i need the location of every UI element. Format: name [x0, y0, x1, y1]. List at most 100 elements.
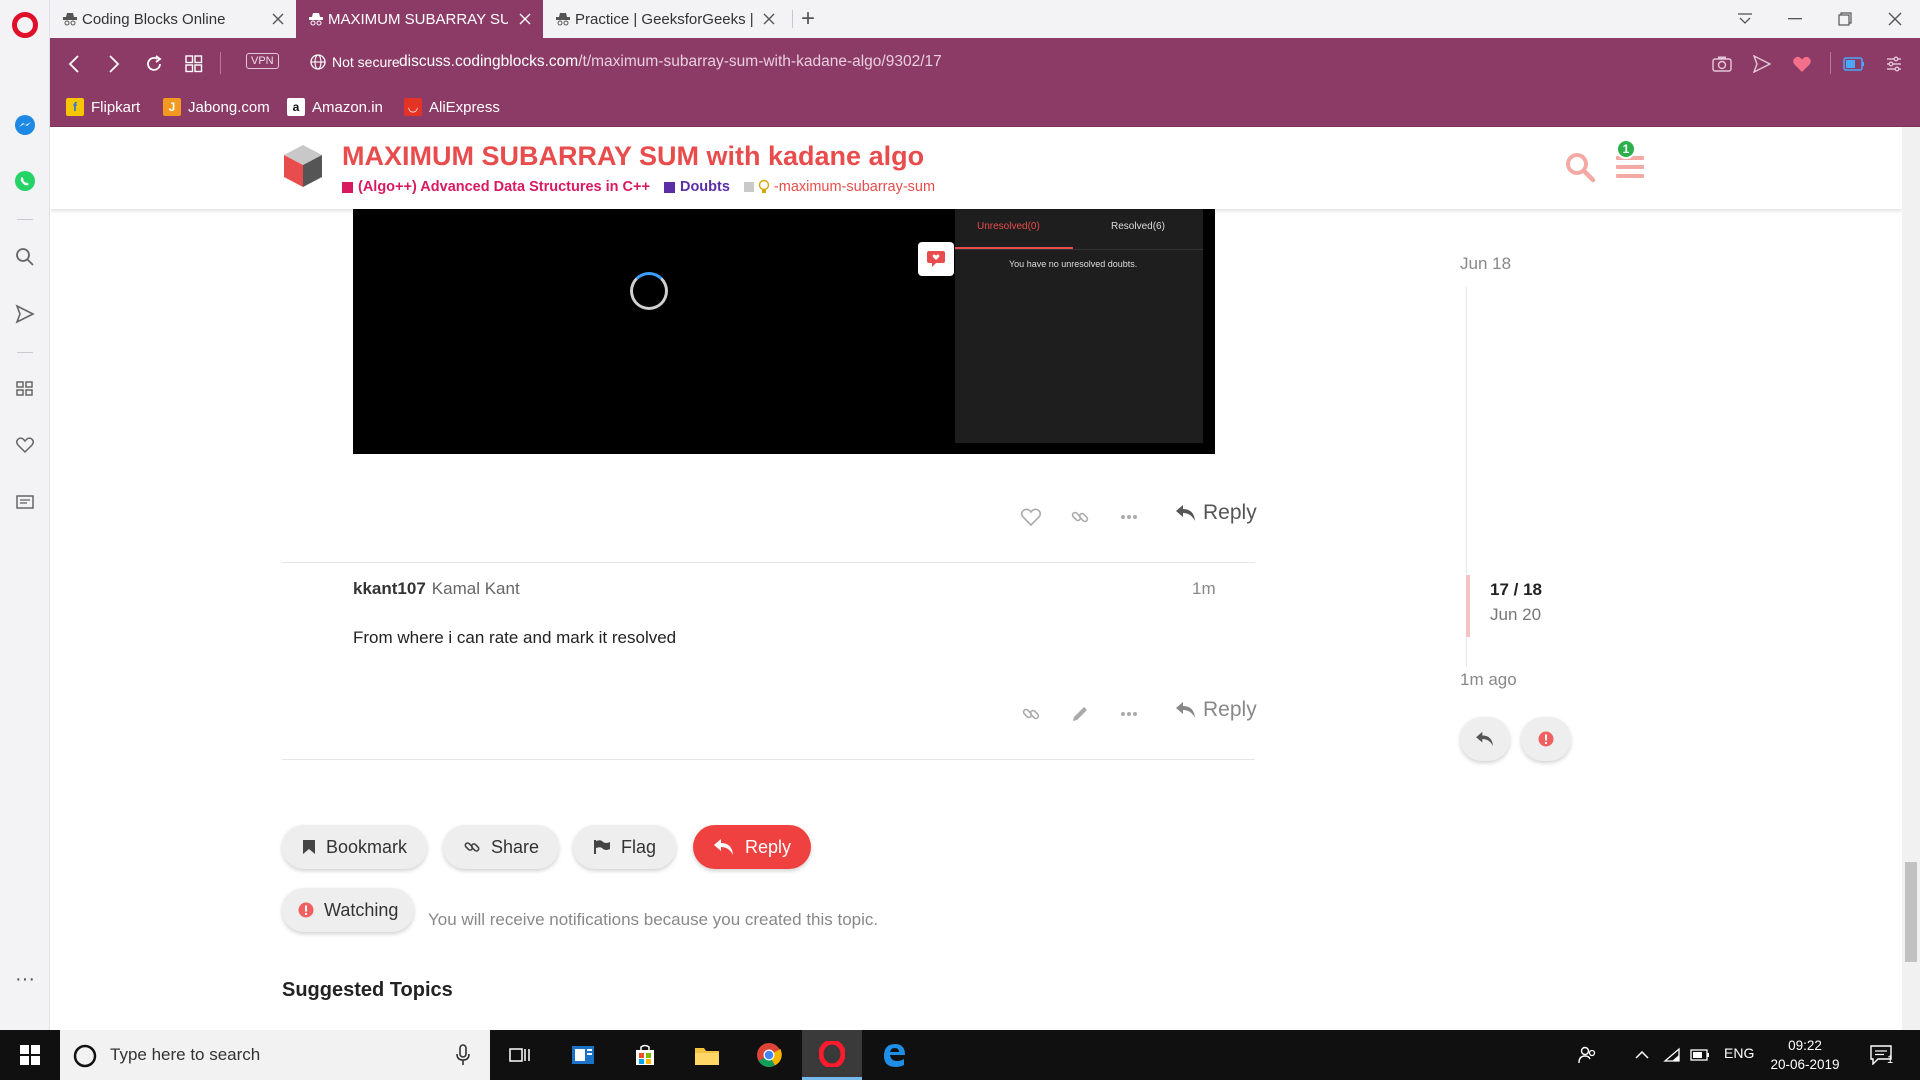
- subcategory-link[interactable]: Doubts: [663, 179, 730, 195]
- bookmark-label: Jabong.com: [188, 98, 270, 116]
- reply-label: Reply: [1203, 501, 1257, 524]
- tag-link[interactable]: -maximum-subarray-sum: [743, 179, 935, 195]
- post-image[interactable]: Unresolved(0) Resolved(6) You have no un…: [353, 207, 1215, 454]
- tab-maximum-subarray[interactable]: MAXIMUM SUBARRAY SUM: [296, 0, 543, 38]
- full-name: Kamal Kant: [431, 579, 520, 598]
- reply-arrow-icon: [1176, 505, 1195, 521]
- language-indicator[interactable]: ENG: [1724, 1045, 1754, 1061]
- cortana-icon: [73, 1044, 97, 1068]
- back-icon[interactable]: [60, 50, 88, 78]
- send-icon[interactable]: [13, 302, 37, 326]
- close-icon[interactable]: [759, 9, 779, 29]
- more-icon[interactable]: ···: [13, 967, 37, 991]
- search-icon[interactable]: [1562, 149, 1598, 185]
- topic-title[interactable]: MAXIMUM SUBARRAY SUM with kadane algo: [342, 141, 924, 172]
- timeline-current-date: Jun 20: [1490, 605, 1542, 624]
- restore-icon[interactable]: [1822, 0, 1868, 38]
- timeline-start-date[interactable]: Jun 18: [1460, 254, 1511, 274]
- timeline-watching-button[interactable]: [1521, 717, 1571, 761]
- whatsapp-icon[interactable]: [13, 169, 37, 193]
- opera-logo-icon[interactable]: [12, 12, 38, 38]
- chat-icon: [918, 242, 954, 276]
- heart-icon[interactable]: [13, 433, 37, 457]
- store-icon[interactable]: [615, 1030, 675, 1080]
- flag-button[interactable]: Flag: [573, 825, 677, 869]
- close-window-icon[interactable]: [1872, 0, 1918, 38]
- windows-start-icon[interactable]: [0, 1030, 60, 1080]
- post-age[interactable]: 1m: [1192, 579, 1216, 599]
- reply-button-primary[interactable]: Reply: [693, 825, 812, 869]
- opera-taskbar-icon[interactable]: [802, 1030, 862, 1080]
- news-app-icon[interactable]: [553, 1030, 613, 1080]
- scrollbar-thumb[interactable]: [1905, 862, 1917, 962]
- security-label: Not secure: [332, 54, 400, 70]
- heart-icon[interactable]: [1790, 52, 1814, 76]
- more-options-icon[interactable]: [1117, 702, 1141, 726]
- notification-badge[interactable]: 1: [1616, 139, 1636, 159]
- post-author[interactable]: kkant107 Kamal Kant: [353, 579, 520, 599]
- timeline-handle[interactable]: [1466, 575, 1470, 637]
- timeline-reply-button[interactable]: [1460, 717, 1510, 761]
- tab-resolved: Resolved(6): [1111, 221, 1165, 232]
- battery-icon[interactable]: [1682, 1030, 1718, 1080]
- new-tab-button[interactable]: +: [788, 0, 828, 38]
- edge-icon[interactable]: [864, 1030, 924, 1080]
- username[interactable]: kkant107: [353, 579, 426, 598]
- chrome-icon[interactable]: [739, 1030, 799, 1080]
- microphone-icon[interactable]: [456, 1044, 470, 1066]
- speed-dial-icon[interactable]: [13, 377, 37, 401]
- timeline-last-activity[interactable]: 1m ago: [1460, 670, 1517, 690]
- tab-coding-blocks[interactable]: Coding Blocks Online: [50, 0, 296, 38]
- taskbar-clock[interactable]: 09:22 20-06-2019: [1766, 1036, 1844, 1074]
- bookmark-aliexpress[interactable]: ◡ AliExpress: [404, 98, 500, 116]
- close-icon[interactable]: [515, 9, 535, 29]
- reply-button[interactable]: Reply: [1175, 501, 1257, 525]
- more-options-icon[interactable]: [1117, 505, 1141, 529]
- link-icon[interactable]: [1068, 505, 1092, 529]
- page-scrollbar[interactable]: [1902, 127, 1920, 1030]
- action-center-icon[interactable]: 1: [1856, 1030, 1906, 1080]
- search-icon[interactable]: [13, 245, 37, 269]
- bookmark-label: AliExpress: [429, 98, 500, 116]
- reload-icon[interactable]: [140, 50, 168, 78]
- messenger-icon[interactable]: [13, 113, 37, 137]
- send-icon[interactable]: [1750, 52, 1774, 76]
- reply-button[interactable]: Reply: [1175, 698, 1257, 722]
- incognito-icon: [556, 13, 570, 26]
- bookmark-jabong[interactable]: J Jabong.com: [163, 98, 270, 116]
- battery-saver-icon[interactable]: [1842, 52, 1866, 76]
- tab-menu-icon[interactable]: [1722, 0, 1768, 38]
- reply-label: Reply: [1203, 698, 1257, 721]
- coding-blocks-logo[interactable]: [282, 143, 324, 189]
- url-field[interactable]: discuss.codingblocks.com/t/maximum-subar…: [399, 53, 942, 71]
- share-button[interactable]: Share: [443, 825, 560, 869]
- tab-unresolved: Unresolved(0): [977, 221, 1040, 232]
- people-icon[interactable]: [1570, 1030, 1606, 1080]
- news-icon[interactable]: [13, 490, 37, 514]
- link-icon[interactable]: [1019, 702, 1043, 726]
- forward-icon[interactable]: [100, 50, 128, 78]
- bookmark-flipkart[interactable]: f Flipkart: [66, 98, 140, 116]
- tab-geeksforgeeks[interactable]: Practice | GeeksforGeeks | A: [543, 0, 787, 38]
- camera-icon[interactable]: [1710, 52, 1734, 76]
- like-heart-icon[interactable]: [1019, 505, 1043, 529]
- minimize-icon[interactable]: [1772, 0, 1818, 38]
- action-center-count: 1: [1887, 1054, 1894, 1066]
- bookmark-button[interactable]: Bookmark: [282, 825, 428, 869]
- close-icon[interactable]: [268, 9, 288, 29]
- speed-dial-icon[interactable]: [180, 50, 208, 78]
- taskbar-search[interactable]: Type here to search: [60, 1030, 490, 1080]
- bookmark-amazon[interactable]: a Amazon.in: [287, 98, 383, 116]
- incognito-icon: [309, 13, 323, 26]
- category-link[interactable]: (Algo++) Advanced Data Structures in C++: [342, 179, 650, 195]
- security-indicator[interactable]: Not secure: [310, 54, 400, 70]
- easy-setup-icon[interactable]: [1882, 52, 1906, 76]
- task-view-icon[interactable]: [490, 1030, 550, 1080]
- post-actions: Reply: [353, 694, 1257, 734]
- edit-pencil-icon[interactable]: [1068, 702, 1092, 726]
- file-explorer-icon[interactable]: [677, 1030, 737, 1080]
- vpn-badge[interactable]: VPN: [246, 53, 279, 69]
- bookmark-icon: [303, 840, 315, 854]
- watching-button[interactable]: Watching: [282, 888, 415, 932]
- watching-note: You will receive notifications because y…: [428, 910, 879, 929]
